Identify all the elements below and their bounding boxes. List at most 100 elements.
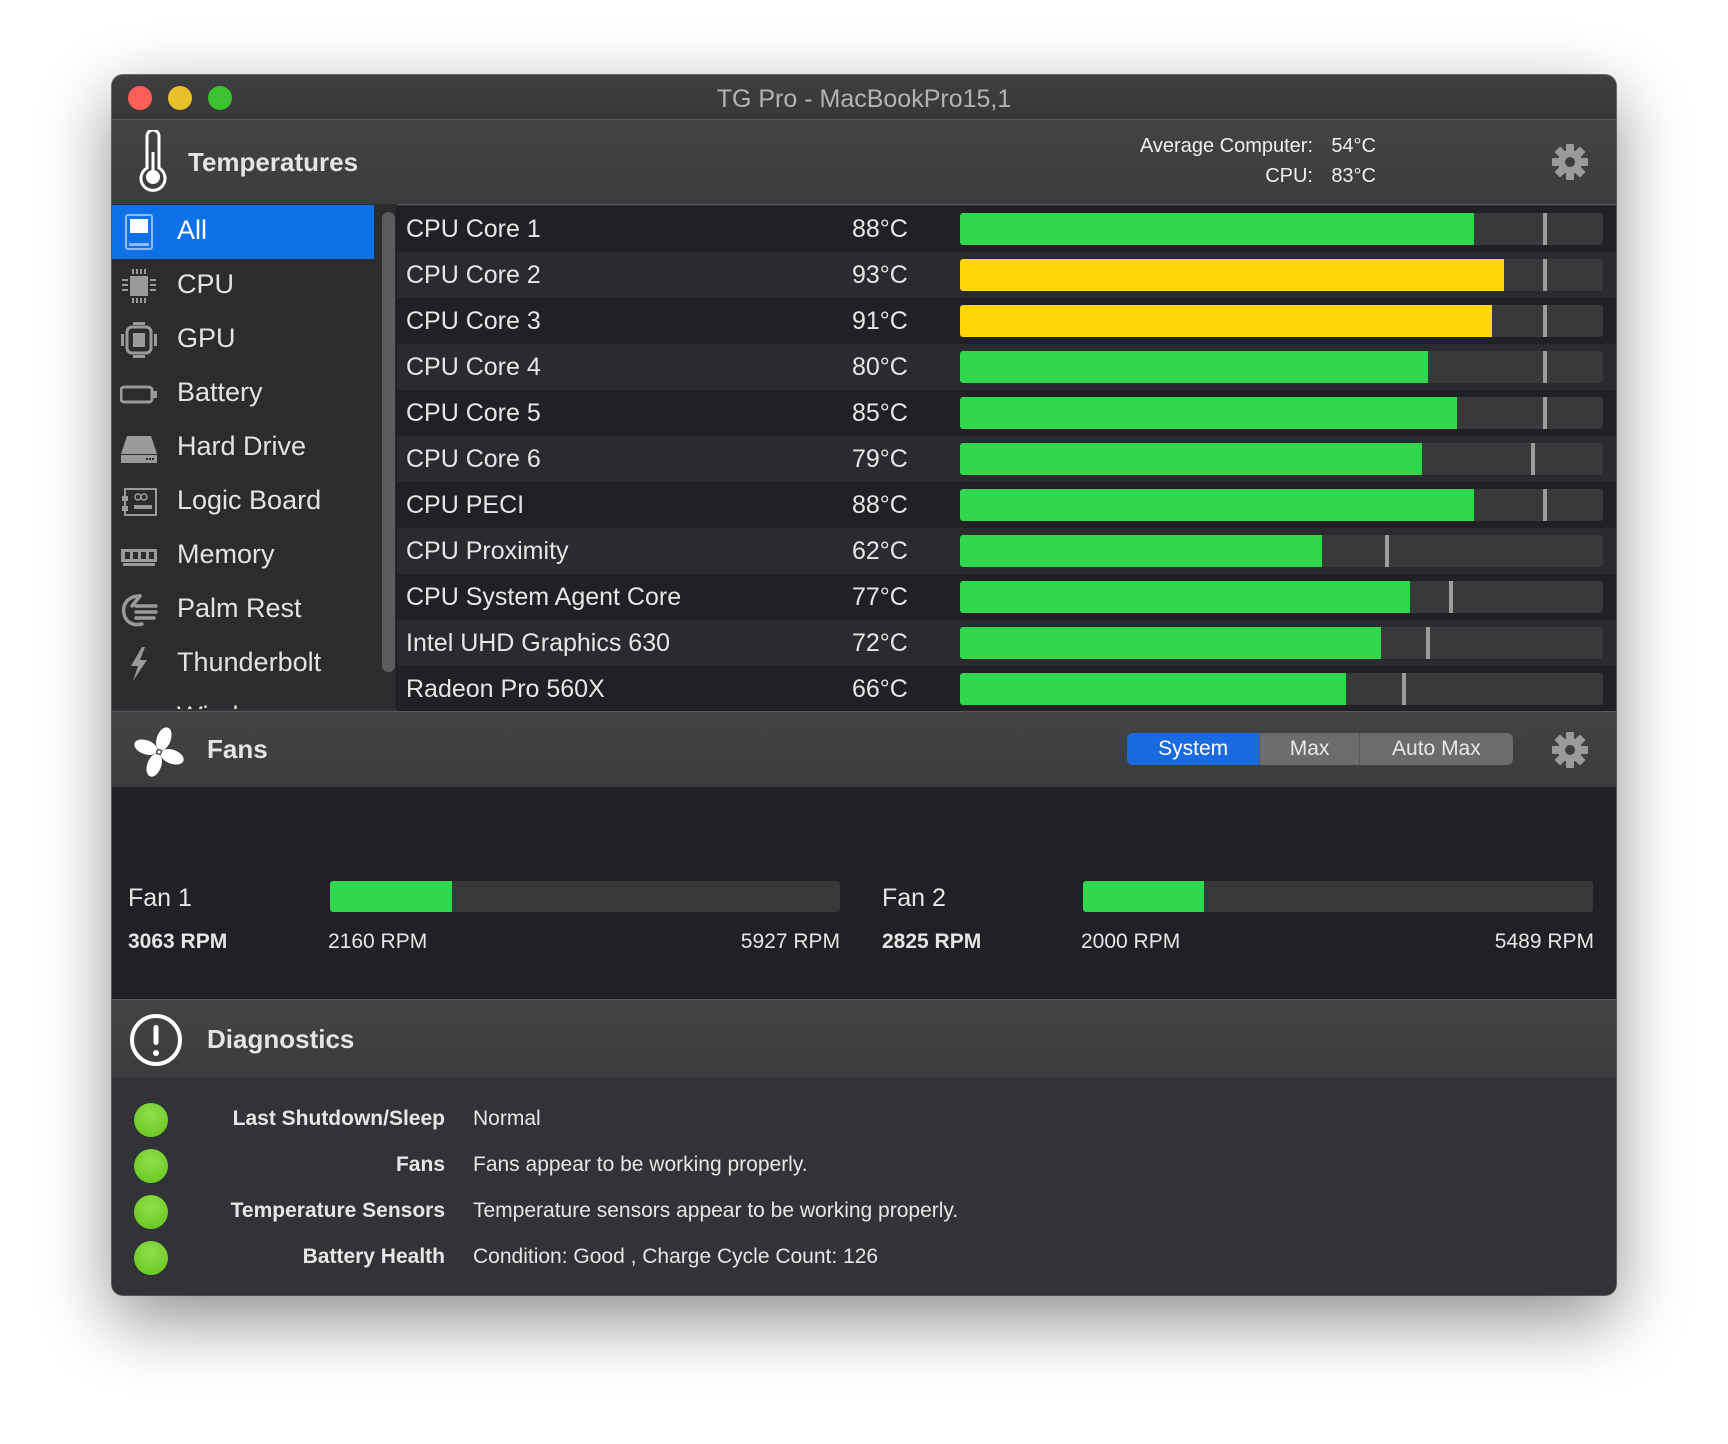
temperature-settings-gear-icon[interactable] [1550,142,1590,182]
status-dot-icon [134,1195,168,1229]
sidebar-item-label: Battery [177,377,263,407]
sensor-temperature-fill [960,443,1422,475]
sensor-temperature-bar [960,673,1603,705]
scrollbar-thumb[interactable] [382,212,395,672]
fan-max-rpm: 5927 RPM [740,930,840,953]
sidebar-item-logic-board[interactable]: Logic Board [112,475,374,529]
sensor-row[interactable]: CPU Core 2 93°C [397,252,1616,298]
sensor-name: CPU Core 3 [406,307,541,335]
sensor-name: CPU Core 4 [406,353,541,381]
fan-max-rpm: 5489 RPM [1494,930,1594,953]
temperature-sensor-list: CPU Core 1 88°C CPU Core 2 93°C CPU Core 3 91… [397,206,1616,711]
sidebar-item-palm-rest[interactable]: Palm Rest [112,583,374,637]
sidebar-item-label: GPU [177,323,236,353]
diagnostic-row: Temperature Sensors Temperature sensors a… [112,1189,1616,1235]
status-dot-icon [134,1241,168,1275]
sensor-row[interactable]: CPU Core 6 79°C [397,436,1616,482]
sensor-max-marker [1542,351,1547,383]
sensor-temperature-fill [960,213,1475,245]
sensor-row[interactable]: Intel UHD Graphics 630 72°C [397,620,1616,666]
sensor-temperature-bar [960,259,1603,291]
sensor-max-marker [1542,213,1547,245]
sensor-temperature: 93°C [852,261,908,289]
sensor-temperature: 79°C [852,445,908,473]
sidebar-item-thunderbolt[interactable]: Thunderbolt [112,637,374,691]
diagnostic-row: Last Shutdown/Sleep Normal [112,1097,1616,1143]
sensor-name: CPU Core 5 [406,399,541,427]
sidebar-scrollbar[interactable] [374,204,397,709]
diagnostic-label: Fans [395,1153,445,1176]
sensor-temperature-fill [960,351,1428,383]
sensor-name: CPU Core 1 [406,215,541,243]
sensor-temperature-bar [960,627,1603,659]
fan-min-rpm: 2160 RPM [328,930,428,953]
diagnostic-value: Normal [473,1107,541,1130]
sensor-temperature-fill [960,673,1346,705]
sidebar-item-label: Thunderbolt [177,647,322,677]
sensor-temperature: 88°C [852,491,908,519]
sensor-name: CPU System Agent Core [406,583,682,611]
sensor-max-marker [1449,581,1454,613]
sensor-row[interactable]: CPU Core 5 85°C [397,390,1616,436]
fan-mode-system-button[interactable]: System [1127,733,1261,765]
sidebar-item-memory[interactable]: Memory [112,529,374,583]
sensor-row[interactable]: CPU Proximity 62°C [397,528,1616,574]
sensor-temperature: 85°C [852,399,908,427]
sensor-temperature-bar [960,397,1603,429]
average-computer-value: 54°C [1331,135,1376,157]
sensor-temperature-fill [960,627,1381,659]
exclamation-circle-icon [130,1014,182,1066]
sidebar-item-label: Logic Board [177,485,322,515]
sensor-max-marker [1542,259,1547,291]
sensor-temperature: 62°C [852,537,908,565]
sidebar-item-gpu[interactable]: GPU [112,313,374,367]
cpu-average-value: 83°C [1331,165,1376,187]
sensor-temperature-bar [960,351,1603,383]
sensor-max-marker [1384,535,1389,567]
sensor-temperature-bar [960,489,1603,521]
fan-icon [134,727,184,777]
logic-board-icon [120,484,158,520]
diagnostic-label: Temperature Sensors [230,1199,445,1222]
sensor-temperature: 77°C [852,583,908,611]
sidebar-item-hard-drive[interactable]: Hard Drive [112,421,374,475]
fan-settings-gear-icon[interactable] [1550,730,1590,770]
fan-mode-auto-max-button[interactable]: Auto Max [1360,733,1513,765]
sidebar-item-label: Hard Drive [177,431,307,461]
sensor-name: CPU Core 6 [406,445,541,473]
memory-icon [120,538,158,574]
sensor-name: CPU Proximity [406,537,569,565]
sensor-temperature-fill [960,581,1411,613]
sidebar-item-label: All [177,215,208,245]
sensor-row[interactable]: CPU PECI 88°C [397,482,1616,528]
sensor-temperature-fill [960,259,1504,291]
thermometer-icon [139,130,167,192]
diagnostic-value: Temperature sensors appear to be working… [473,1199,959,1222]
diagnostic-row: Battery Health Condition: Good , Charge C… [112,1235,1616,1281]
sensor-row[interactable]: CPU Core 4 80°C [397,344,1616,390]
temperatures-header: Temperatures Average Computer: 54°C CPU:… [112,119,1616,205]
sensor-row[interactable]: Radeon Pro 560X 66°C [397,666,1616,711]
sensor-name: Radeon Pro 560X [406,675,605,703]
sensor-row[interactable]: CPU Core 1 88°C [397,206,1616,252]
fan-speed-fill [1083,881,1204,912]
sensor-max-marker [1425,627,1430,659]
sidebar-item-label: Memory [177,539,275,569]
diagnostic-value: Condition: Good , Charge Cycle Count: 12… [473,1245,879,1268]
sensor-row[interactable]: CPU System Agent Core 77°C [397,574,1616,620]
fan-label: Fan 2 [882,884,946,912]
sensor-temperature: 80°C [852,353,908,381]
sidebar-item-battery[interactable]: Battery [112,367,374,421]
sensor-category-sidebar: All CPU GPU Battery Hard Drive Logic Board Mem… [112,204,374,709]
sensor-max-marker [1530,443,1535,475]
sidebar-item-cpu[interactable]: CPU [112,259,374,313]
sidebar-item-all[interactable]: All [112,205,374,259]
wireless-icon [120,700,158,709]
sensor-max-marker [1542,489,1547,521]
fan-mode-max-button[interactable]: Max [1260,733,1360,765]
sensor-row[interactable]: CPU Core 3 91°C [397,298,1616,344]
fan-speed-fill [330,881,453,912]
thunderbolt-icon [120,646,158,682]
sensor-temperature-fill [960,535,1323,567]
sidebar-item-wireless[interactable]: Wireless [112,691,374,709]
